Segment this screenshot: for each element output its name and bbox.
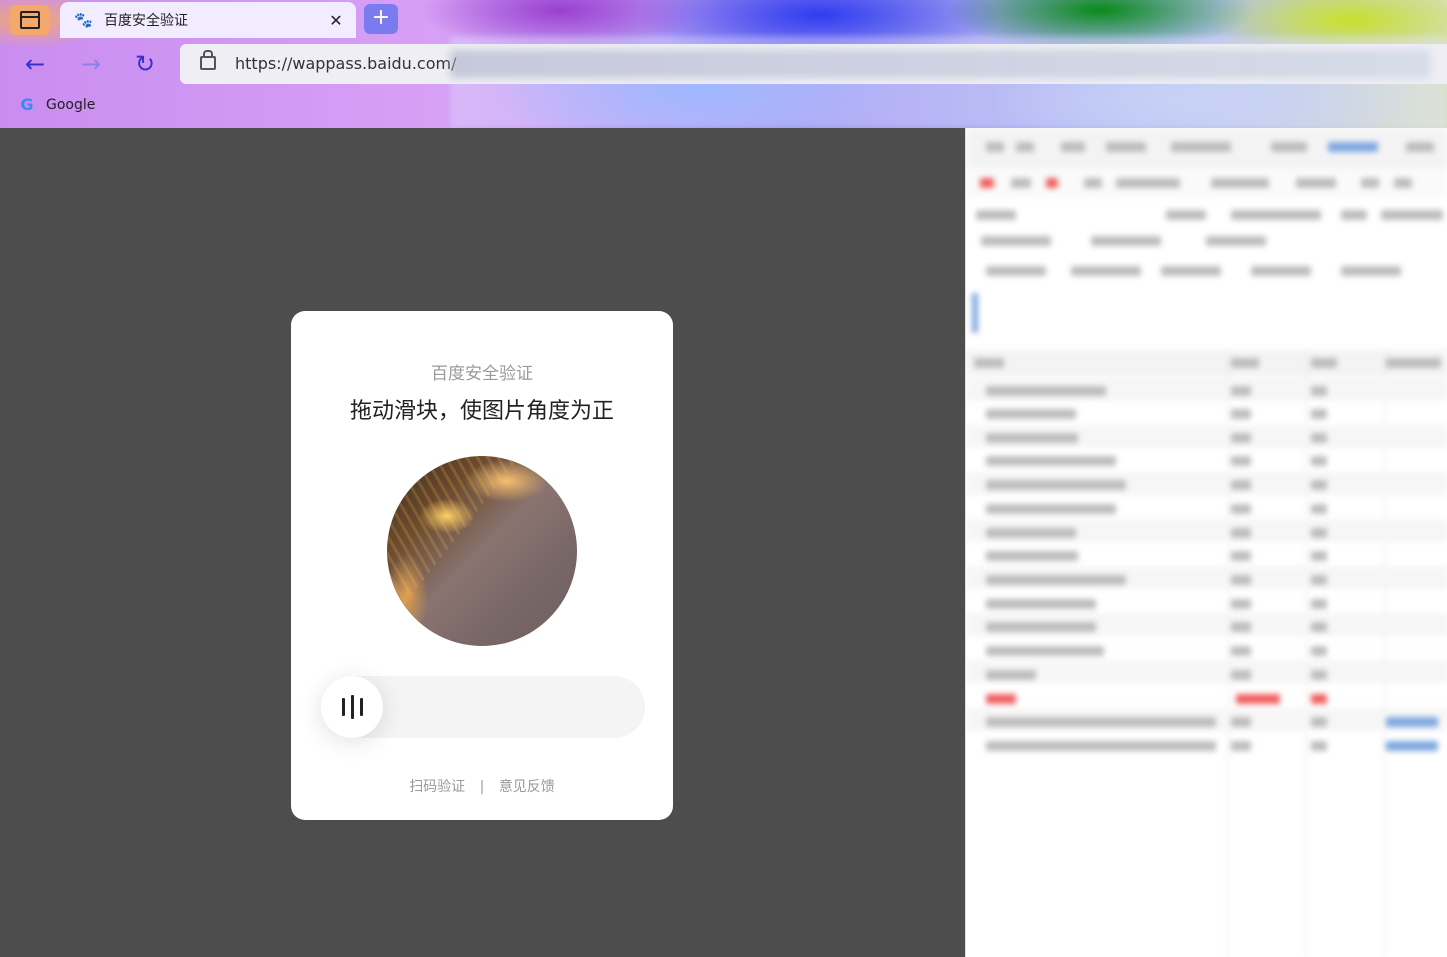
grip-line-icon: [341, 698, 345, 716]
slider-track[interactable]: [321, 676, 645, 738]
reload-icon[interactable]: ↻: [130, 50, 160, 80]
url-text[interactable]: https://wappass.baidu.com/: [235, 54, 456, 73]
feedback-link[interactable]: 意见反馈: [499, 779, 555, 795]
devtools-blurred-content: [966, 128, 1447, 957]
forward-arrow-icon[interactable]: →: [76, 50, 106, 80]
page-viewport: 百度安全验证 拖动滑块，使图片角度为正 扫码验证 | 意见反馈: [0, 128, 965, 957]
captcha-subtitle: 百度安全验证: [431, 364, 533, 384]
captcha-card: 百度安全验证 拖动滑块，使图片角度为正 扫码验证 | 意见反馈: [291, 311, 673, 820]
new-tab-button[interactable]: +: [364, 4, 398, 34]
devtools-panel: [965, 128, 1447, 957]
back-arrow-icon[interactable]: ←: [20, 50, 50, 80]
lock-icon[interactable]: [200, 50, 216, 70]
close-tab-icon[interactable]: ✕: [324, 11, 348, 30]
scan-verify-link[interactable]: 扫码验证: [409, 779, 465, 795]
bookmark-label: Google: [46, 97, 96, 113]
bookmark-google[interactable]: G Google: [18, 96, 95, 114]
sidebar-toggle-button[interactable]: [10, 5, 50, 35]
url-blurred-remainder: [450, 50, 1430, 78]
grip-line-icon: [350, 695, 354, 719]
rotated-image: [387, 456, 577, 646]
captcha-links: 扫码验证 | 意见反馈: [291, 776, 673, 796]
tab-title: 百度安全验证: [104, 13, 188, 29]
baidu-paw-icon: 🐾: [74, 11, 93, 29]
captcha-instruction: 拖动滑块，使图片角度为正: [349, 399, 614, 424]
slider-handle[interactable]: [321, 676, 383, 738]
browser-chrome: 🐾 百度安全验证 ✕ + ← → ↻ https://wappass.baidu…: [0, 0, 1447, 128]
tab-active[interactable]: 🐾 百度安全验证 ✕: [60, 2, 356, 38]
link-separator: |: [479, 779, 485, 795]
sidebar-icon: [20, 11, 40, 29]
address-bar[interactable]: https://wappass.baidu.com/: [180, 44, 1447, 84]
grip-line-icon: [359, 698, 363, 716]
google-g-icon: G: [20, 95, 34, 114]
